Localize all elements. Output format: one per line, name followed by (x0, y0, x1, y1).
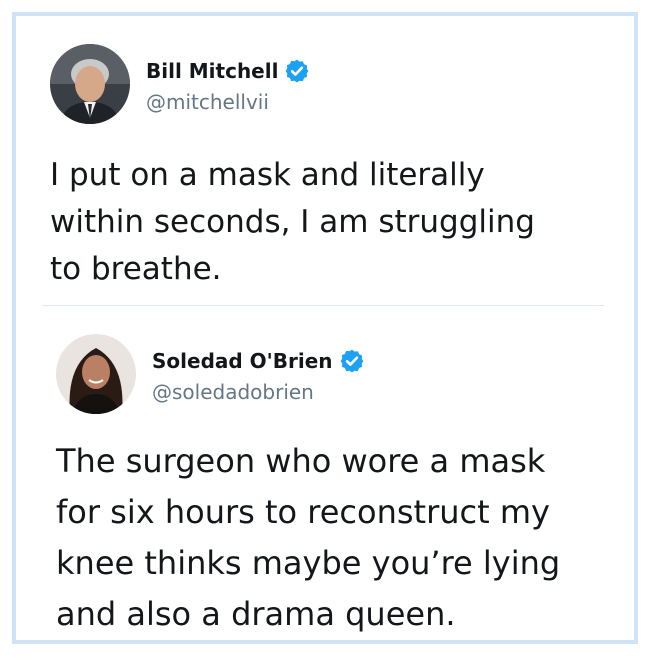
user-handle[interactable]: @soledadobrien (152, 380, 365, 404)
user-names: Bill Mitchell @mitchellvii (146, 58, 310, 114)
display-name-text: Bill Mitchell (146, 59, 279, 83)
display-name-text: Soledad O'Brien (152, 349, 333, 373)
tweet-text: I put on a mask and literally within sec… (50, 152, 535, 293)
tweet-header: Soledad O'Brien @soledadobrien (16, 334, 634, 418)
tweet-divider (42, 305, 604, 306)
tweet-text-line: to breathe. (50, 251, 222, 287)
tweet-text-line: for six hours to reconstruct my (56, 493, 550, 531)
tweet-text-line: within seconds, I am struggling (50, 204, 535, 240)
avatar[interactable] (50, 44, 130, 124)
tweet-header: Bill Mitchell @mitchellvii (16, 44, 634, 128)
display-name[interactable]: Bill Mitchell (146, 58, 310, 84)
verified-badge-icon (286, 59, 309, 83)
user-names: Soledad O'Brien @soledadobrien (152, 348, 365, 404)
user-handle[interactable]: @mitchellvii (146, 90, 310, 114)
tweet-text-line: and also a drama queen. (56, 595, 456, 633)
tweet-bill-mitchell: Bill Mitchell @mitchellvii I put on a ma… (16, 44, 634, 287)
avatar-photo-man-icon (50, 44, 130, 124)
avatar-photo-woman-icon (56, 334, 136, 414)
tweet-text-line: I put on a mask and literally (50, 157, 485, 193)
tweet-text: The surgeon who wore a mask for six hour… (56, 436, 560, 640)
avatar[interactable] (56, 334, 136, 414)
display-name[interactable]: Soledad O'Brien (152, 348, 365, 374)
tweet-soledad-obrien: Soledad O'Brien @soledadobrien The surge… (16, 334, 634, 633)
screenshot-frame: Bill Mitchell @mitchellvii I put on a ma… (12, 12, 638, 644)
tweet-text-line: The surgeon who wore a mask (56, 442, 546, 480)
verified-badge-icon (340, 349, 363, 373)
tweet-text-line: knee thinks maybe you’re lying (56, 544, 561, 582)
